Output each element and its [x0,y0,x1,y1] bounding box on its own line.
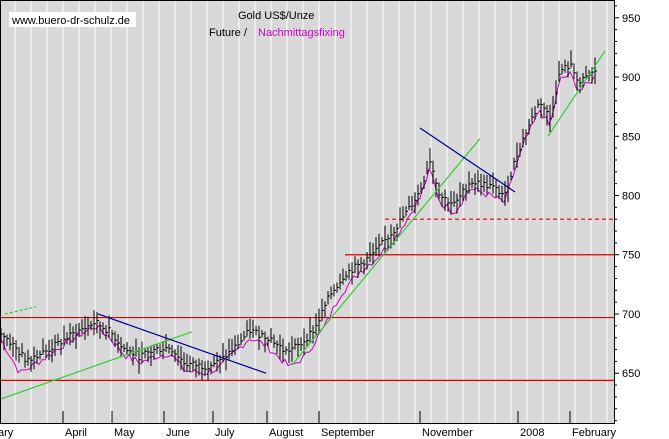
y-tick-label: 850 [622,131,640,143]
x-tick-label: August [269,427,303,439]
website-label: www.buero-dr-schulz.de [11,15,130,27]
plot-background [0,0,614,423]
chart-title: Gold US$/Unze [238,10,314,22]
y-tick-label: 650 [622,368,640,380]
x-tick-label: ary [0,427,14,439]
x-tick-label: June [166,427,190,439]
x-tick-label: April [65,427,87,439]
x-tick-label: September [321,427,375,439]
gold-price-chart: 650 700 750 800 850 900 950 ary April May June Jul… [0,0,640,439]
x-tick-label: July [215,427,235,439]
y-axis: 650 700 750 800 850 900 950 [614,5,640,422]
x-tick-label: February [572,427,617,439]
x-tick-label: May [114,427,135,439]
subtitle-fixing: Nachmittagsfixing [258,27,345,39]
y-tick-label: 950 [622,13,640,25]
x-tick-label: 2008 [520,427,544,439]
x-tick-label: November [422,427,473,439]
y-tick-label: 700 [622,309,640,321]
y-tick-label: 750 [622,250,640,262]
y-tick-label: 900 [622,72,640,84]
subtitle-future: Future / [209,27,248,39]
y-tick-label: 800 [622,191,640,203]
